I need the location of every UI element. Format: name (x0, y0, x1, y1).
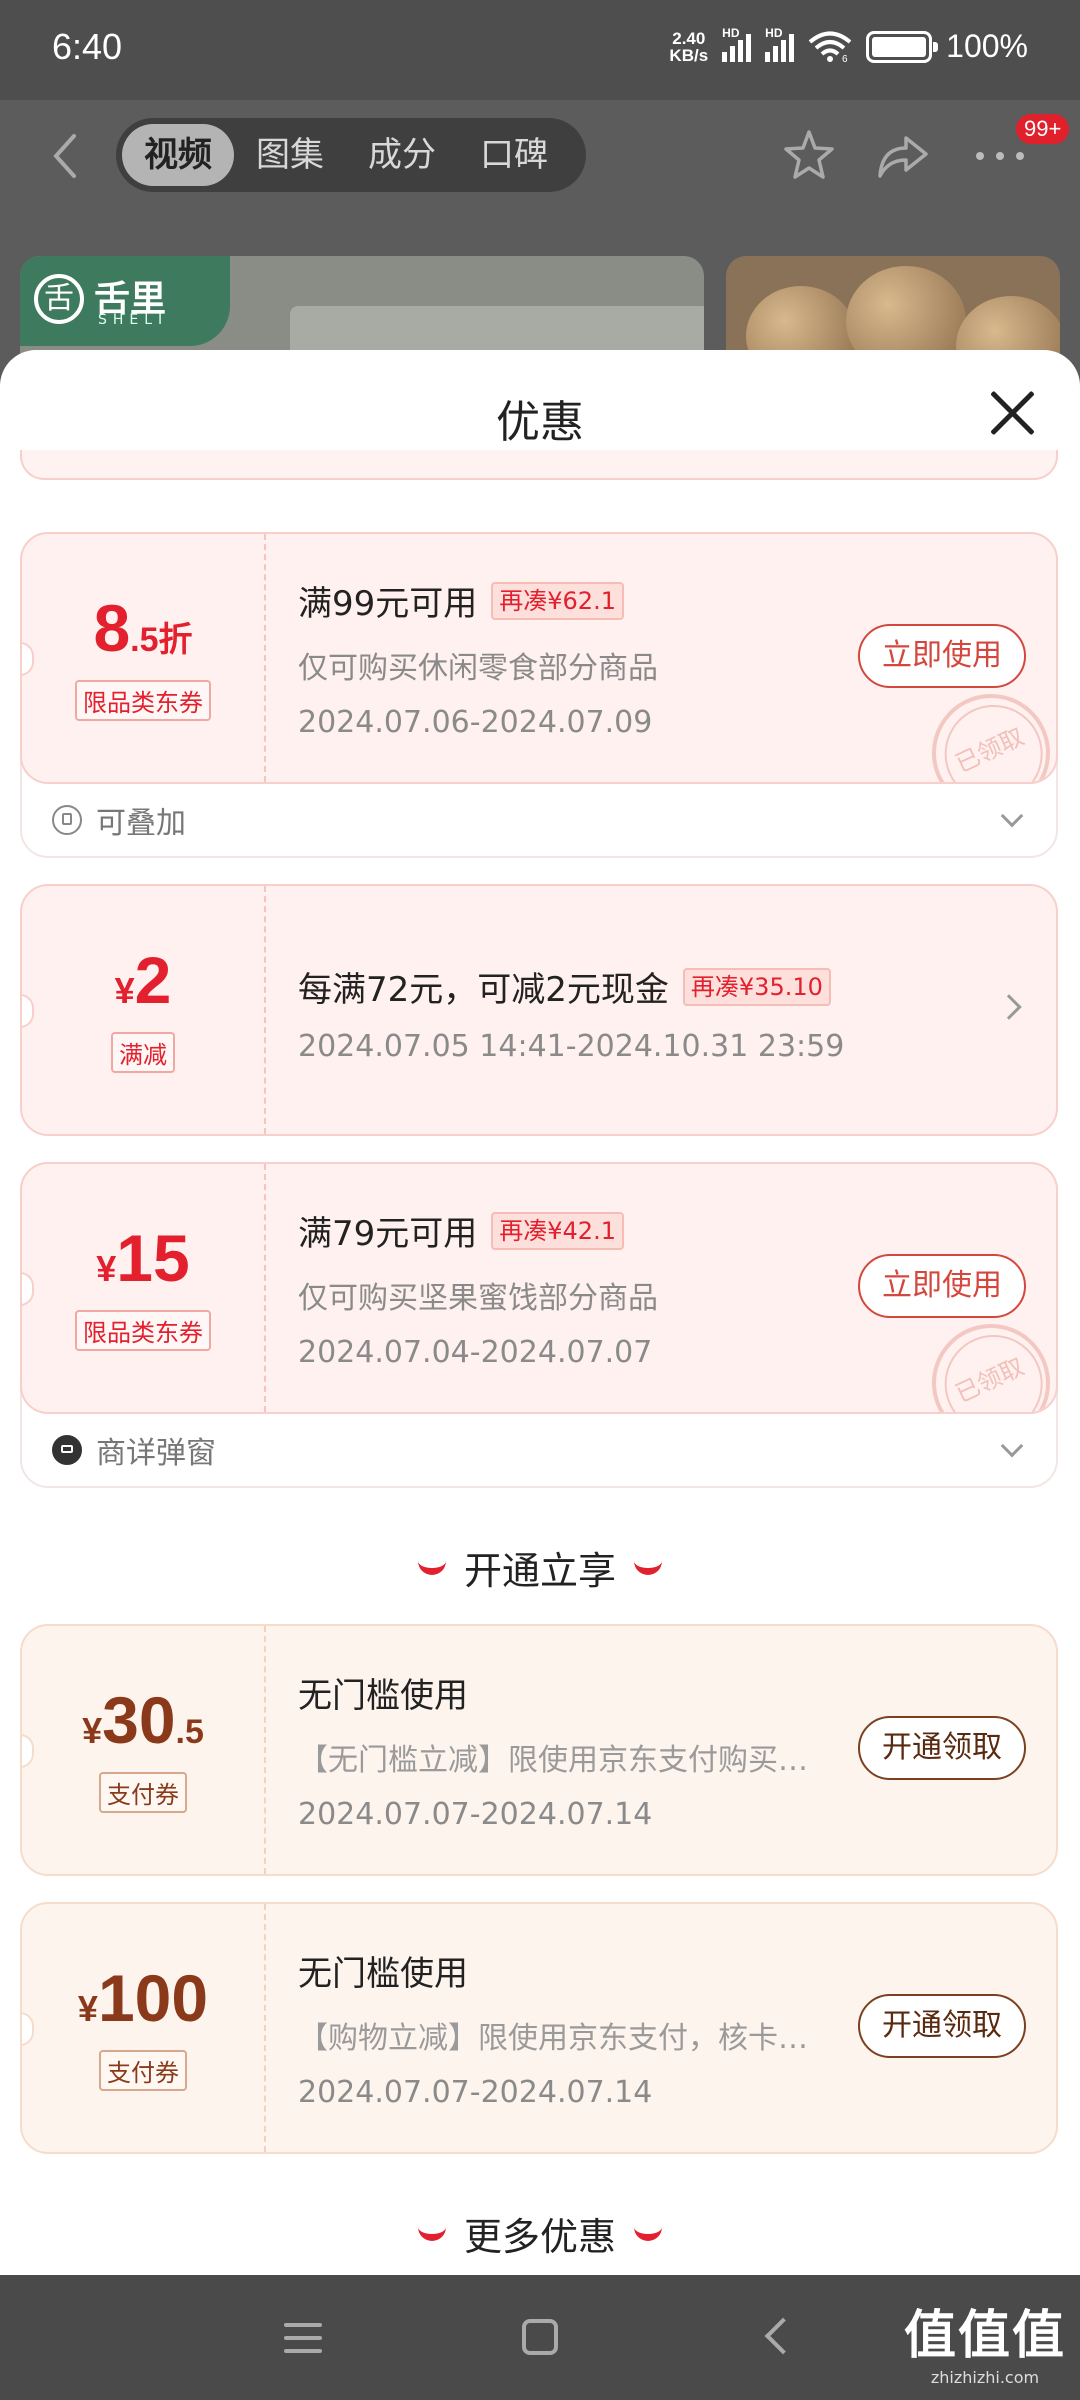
tab-reviews[interactable]: 口碑 (458, 124, 570, 186)
section-more-label: 更多优惠 (463, 2215, 616, 2259)
coupon-card[interactable]: ¥2 满减 每满72元，可减2元现金 再凑¥35.10 2024.07.05 1… (20, 884, 1058, 1136)
watermark: 值值值 zhizhizhi.com (904, 2293, 1066, 2387)
network-speed: 2.40 KB/s (669, 30, 708, 64)
coupon-scope: 【无门槛立减】限使用京东支付购买… (298, 1743, 808, 1778)
brand-logo: 舌 舌里 SHELI (20, 256, 230, 346)
smile-icon (417, 1561, 446, 1575)
notification-badge: 99+ (1016, 114, 1070, 144)
signal-2-icon: HD (765, 26, 795, 62)
section-open-label: 开通立享 (463, 1549, 616, 1593)
coupon-item: ¥15 限品类东券 满79元可用 再凑¥42.1 仅可购买坚果蜜饯部分商品 20… (20, 1162, 1058, 1488)
coupon-type-tag: 支付券 (99, 2050, 187, 2091)
previous-coupon-edge (20, 450, 1058, 480)
clock: 6:40 (52, 26, 123, 67)
coupon-footer-label: 可叠加 (96, 806, 186, 841)
recent-apps-icon[interactable] (284, 2323, 322, 2353)
wifi-label: 6 (842, 54, 848, 63)
smile-icon (634, 2227, 662, 2241)
signal-2-label: HD (765, 25, 783, 40)
chevron-down-icon (1000, 1434, 1024, 1458)
wifi-icon: 6 (808, 31, 852, 63)
need-more-tag[interactable]: 再凑¥62.1 (491, 581, 624, 620)
use-now-button[interactable]: 立即使用 (858, 624, 1026, 688)
coupon-value: 8.5折 (93, 591, 193, 665)
product-header: 视频 图集 成分 口碑 99+ (0, 100, 1080, 250)
coupon-item: 8.5折 限品类东券 满99元可用 再凑¥62.1 仅可购买休闲零食部分商品 2… (20, 532, 1058, 858)
network-speed-value: 2.40 (672, 28, 706, 48)
home-icon[interactable] (522, 2319, 558, 2355)
coupon-type-tag: 限品类东券 (75, 1310, 211, 1351)
coupon-scope: 仅可购买休闲零食部分商品 (298, 651, 658, 686)
system-back-icon[interactable] (764, 2317, 802, 2355)
tab-video[interactable]: 视频 (122, 124, 234, 186)
coupon-footer-label: 商详弹窗 (96, 1436, 216, 1471)
watermark-domain: zhizhizhi.com (930, 2368, 1040, 2387)
coupon-footer[interactable]: 商详弹窗 (22, 1414, 1056, 1486)
close-icon[interactable] (990, 390, 1036, 436)
coupon-condition: 无门槛使用 (298, 1676, 468, 1716)
coupon-type-tag: 满减 (111, 1032, 175, 1073)
coupon-condition: 满99元可用 (298, 584, 478, 624)
pay-coupon-card[interactable]: ¥100 支付券 无门槛使用 【购物立减】限使用京东支付，核卡… 2024.07… (20, 1902, 1058, 2154)
sheet-title: 优惠 (496, 397, 584, 448)
system-nav-bar: 值值值 zhizhizhi.com (0, 2275, 1080, 2400)
pay-coupon-item: ¥100 支付券 无门槛使用 【购物立减】限使用京东支付，核卡… 2024.07… (20, 1902, 1058, 2154)
smile-icon (417, 2227, 446, 2241)
coupon-validity: 2024.07.06-2024.07.09 (298, 705, 653, 740)
tab-gallery[interactable]: 图集 (234, 124, 346, 186)
pay-coupon-item: ¥30.5 支付券 无门槛使用 【无门槛立减】限使用京东支付购买… 2024.0… (20, 1624, 1058, 1876)
coupon-value: ¥100 (77, 1961, 209, 2035)
stackable-icon (52, 805, 82, 835)
tab-ingredients[interactable]: 成分 (346, 124, 458, 186)
chevron-down-icon (1000, 804, 1024, 828)
smile-icon (634, 1561, 662, 1575)
coupon-scope: 仅可购买坚果蜜饯部分商品 (298, 1281, 658, 1316)
battery-icon (866, 30, 939, 63)
coupon-value: ¥15 (96, 1221, 190, 1295)
need-more-tag[interactable]: 再凑¥42.1 (491, 1211, 624, 1250)
coupon-type-tag: 支付券 (99, 1772, 187, 1813)
coupon-scope: 【购物立减】限使用京东支付，核卡… (298, 2021, 808, 2056)
coupon-card[interactable]: 8.5折 限品类东券 满99元可用 再凑¥62.1 仅可购买休闲零食部分商品 2… (20, 532, 1058, 784)
back-arrow-icon[interactable] (44, 126, 88, 186)
watermark-text: 值值值 (903, 2306, 1066, 2366)
use-now-button[interactable]: 立即使用 (858, 1254, 1026, 1318)
popup-icon (52, 1435, 82, 1465)
status-icons: 2.40 KB/s HD HD 6 100% (669, 26, 1028, 65)
need-more-tag[interactable]: 再凑¥35.10 (682, 967, 831, 1006)
coupon-footer[interactable]: 可叠加 (22, 784, 1056, 856)
share-icon[interactable] (876, 132, 930, 182)
coupon-condition: 满79元可用 (298, 1214, 478, 1254)
coupon-value: ¥30.5 (82, 1683, 204, 1757)
activate-claim-button[interactable]: 开通领取 (858, 1994, 1026, 2058)
favorite-star-icon[interactable] (782, 128, 836, 182)
coupon-condition: 每满72元，可减2元现金 (298, 970, 669, 1010)
brand-logo-mark: 舌 (34, 274, 84, 324)
coupon-validity: 2024.07.07-2024.07.14 (298, 1797, 653, 1832)
coupon-card[interactable]: ¥15 限品类东券 满79元可用 再凑¥42.1 仅可购买坚果蜜饯部分商品 20… (20, 1162, 1058, 1414)
section-open-benefits: 开通立享 (0, 1540, 1080, 1595)
brand-logo-sub: SHELI (98, 312, 169, 328)
coupon-item: ¥2 满减 每满72元，可减2元现金 再凑¥35.10 2024.07.05 1… (20, 884, 1058, 1136)
coupon-value: ¥2 (114, 943, 172, 1017)
more-options-icon[interactable] (970, 138, 1030, 168)
pay-coupon-card[interactable]: ¥30.5 支付券 无门槛使用 【无门槛立减】限使用京东支付购买… 2024.0… (20, 1624, 1058, 1876)
network-speed-unit: KB/s (669, 45, 709, 65)
status-bar: 6:40 2.40 KB/s HD HD 6 100% (0, 0, 1080, 100)
signal-1-label: HD (722, 25, 740, 40)
coupon-condition: 无门槛使用 (298, 1954, 468, 1994)
coupon-validity: 2024.07.05 14:41-2024.10.31 23:59 (298, 1029, 845, 1064)
coupon-validity: 2024.07.04-2024.07.07 (298, 1335, 653, 1370)
section-more-offers[interactable]: 更多优惠 (0, 2206, 1080, 2261)
media-tabs: 视频 图集 成分 口碑 (116, 118, 586, 192)
coupon-validity: 2024.07.07-2024.07.14 (298, 2075, 653, 2110)
coupon-type-tag: 限品类东券 (75, 680, 211, 721)
signal-1-icon: HD (722, 26, 752, 62)
coupon-sheet: 优惠 8.5折 限品类东券 满99元可用 再凑¥62.1 仅可购买休闲零食部分商… (0, 350, 1080, 2275)
activate-claim-button[interactable]: 开通领取 (858, 1716, 1026, 1780)
battery-percent: 100% (946, 28, 1028, 64)
